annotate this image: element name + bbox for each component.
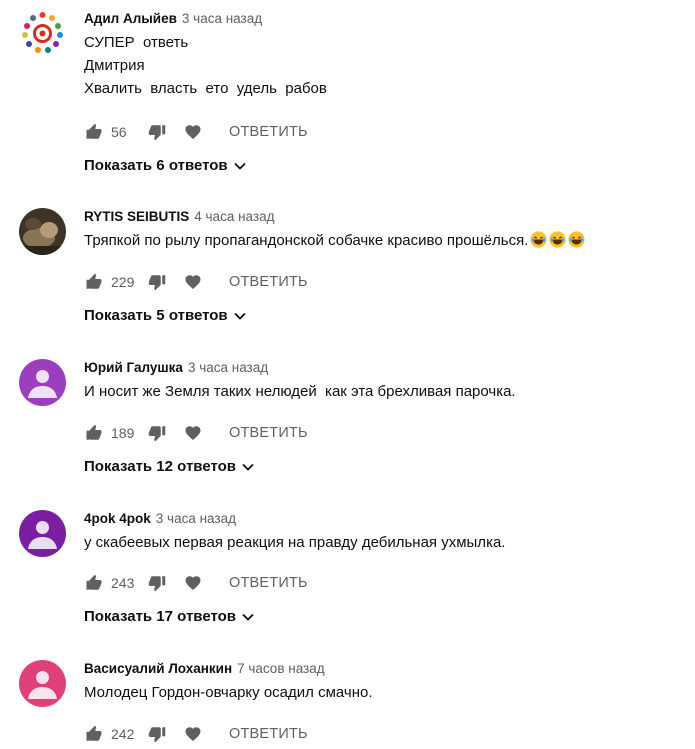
thumb-up-icon[interactable] [84,122,104,142]
heart-icon[interactable] [183,122,203,142]
comment-body: 4pok 4pok 3 часа назад у скабеевых первая… [84,510,684,625]
comment-line: Тряпкой по рылу пропагандонской собачке … [84,232,529,249]
avatar[interactable] [19,660,66,707]
show-replies-button[interactable]: Показать 6 ответов [84,157,246,174]
comment-body: Юрий Галушка 3 часа назад И носит же Земл… [84,359,684,475]
timestamp[interactable]: 7 часов назад [237,661,325,676]
heart-icon[interactable] [183,272,203,292]
thumb-up-icon[interactable] [84,423,104,443]
comment-text: СУПЕР ответь Дмитрия Хвалить власть ето уд… [84,31,684,100]
comment-header: Васисуалий Лоханкин 7 часов назад [84,660,684,678]
comment-header: Адил Алыйев 3 часа назад [84,10,684,28]
comment-actions: 242 ОТВЕТИТЬ [84,722,308,746]
default-user-avatar [19,510,66,557]
thumb-down-icon[interactable] [147,423,167,443]
comment-body: RYTIS SEIBUTIS 4 часа назад Тряпкой по ры… [84,208,684,324]
timestamp[interactable]: 3 часа назад [156,511,236,526]
avatar[interactable] [19,208,66,255]
show-replies-button[interactable]: Показать 12 ответов [84,458,254,475]
photo-avatar [19,208,66,255]
comment-line: Дмитрия [84,57,145,74]
chevron-down-icon [242,463,254,471]
comment-text: у скабеевых первая реакция на правду деб… [84,531,684,554]
comment-actions: 229 ОТВЕТИТЬ [84,270,308,294]
comment-line: Хвалить власть ето удель рабов [84,80,327,97]
heart-icon[interactable] [183,724,203,744]
like-count: 189 [111,425,135,441]
thumb-down-icon[interactable] [147,724,167,744]
like-count: 242 [111,726,135,742]
comment-header: 4pok 4pok 3 часа назад [84,510,684,528]
reply-button[interactable]: ОТВЕТИТЬ [229,425,308,441]
comment-actions: 243 ОТВЕТИТЬ [84,571,308,595]
laughing-emoji-icon [547,231,566,249]
author-name[interactable]: RYTIS SEIBUTIS [84,209,189,224]
show-replies-label: Показать 17 ответов [84,608,236,625]
laughing-emoji-icon [528,231,547,249]
like-count: 229 [111,274,135,290]
thumb-down-icon[interactable] [147,272,167,292]
comment-line: Молодец Гордон-овчарку осадил смачно. [84,684,373,701]
show-replies-label: Показать 5 ответов [84,307,228,324]
show-replies-label: Показать 12 ответов [84,458,236,475]
show-replies-button[interactable]: Показать 17 ответов [84,608,254,625]
thumb-up-icon[interactable] [84,272,104,292]
timestamp[interactable]: 3 часа назад [188,360,268,375]
comment-header: Юрий Галушка 3 часа назад [84,359,684,377]
avatar[interactable] [19,510,66,557]
comment-text: И носит же Земля таких нелюдей как эта б… [84,380,684,403]
default-user-avatar [19,660,66,707]
comment-line: СУПЕР ответь [84,34,189,51]
thumb-down-icon[interactable] [147,573,167,593]
comment-text: Молодец Гордон-овчарку осадил смачно. [84,681,684,704]
show-replies-label: Показать 6 ответов [84,157,228,174]
like-count: 56 [111,124,127,140]
author-name[interactable]: Васисуалий Лоханкин [84,661,232,676]
timestamp[interactable]: 3 часа назад [182,11,262,26]
comment-actions: 189 ОТВЕТИТЬ [84,421,308,445]
thumb-down-icon[interactable] [147,122,167,142]
comment-header: RYTIS SEIBUTIS 4 часа назад [84,208,684,226]
chevron-down-icon [234,312,246,320]
avatar[interactable] [19,359,66,406]
decorative-ring-avatar [19,10,66,57]
reply-button[interactable]: ОТВЕТИТЬ [229,575,308,591]
default-user-avatar [19,359,66,406]
comment-line: у скабеевых первая реакция на правду деб… [84,534,506,551]
comment-line: И носит же Земля таких нелюдей как эта б… [84,383,516,400]
like-count: 243 [111,575,135,591]
reply-button[interactable]: ОТВЕТИТЬ [229,274,308,290]
show-replies-button[interactable]: Показать 5 ответов [84,307,246,324]
chevron-down-icon [242,613,254,621]
author-name[interactable]: Адил Алыйев [84,11,177,26]
thumb-up-icon[interactable] [84,573,104,593]
author-name[interactable]: Юрий Галушка [84,360,183,375]
comment-body: Васисуалий Лоханкин 7 часов назад Молодец… [84,660,684,743]
timestamp[interactable]: 4 часа назад [194,209,274,224]
comment-body: Адил Алыйев 3 часа назад СУПЕР ответь Дмит… [84,10,684,174]
heart-icon[interactable] [183,573,203,593]
reply-button[interactable]: ОТВЕТИТЬ [229,124,308,140]
author-name[interactable]: 4pok 4pok [84,511,151,526]
laughing-emoji-icon [566,231,585,249]
avatar[interactable] [19,10,66,57]
comment-text: Тряпкой по рылу пропагандонской собачке … [84,229,684,252]
heart-icon[interactable] [183,423,203,443]
chevron-down-icon [234,162,246,170]
reply-button[interactable]: ОТВЕТИТЬ [229,726,308,742]
comment-actions: 56 ОТВЕТИТЬ [84,120,308,144]
thumb-up-icon[interactable] [84,724,104,744]
